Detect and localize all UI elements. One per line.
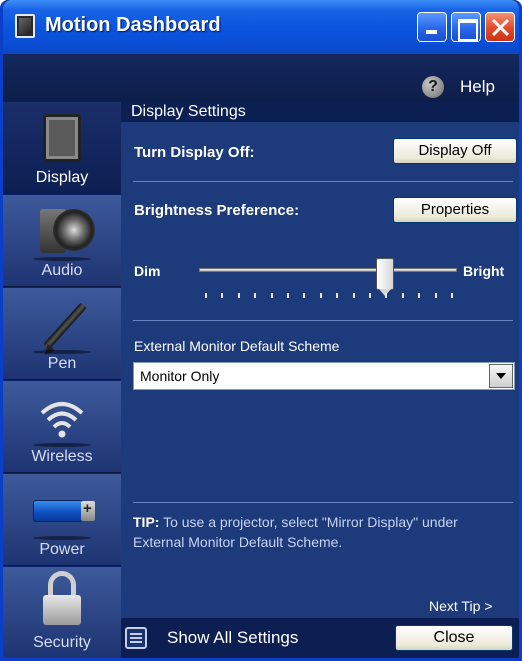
footer-bar: Show All Settings Close (121, 618, 519, 658)
slider-tick (418, 293, 421, 298)
slider-tick (303, 293, 306, 298)
pen-icon (43, 302, 87, 350)
sidebar-item-pen[interactable]: Pen (3, 288, 121, 380)
turn-display-off-label: Turn Display Off: (134, 144, 255, 161)
tip-prefix: TIP: (133, 514, 160, 530)
divider (133, 320, 513, 321)
slider-tick (401, 293, 404, 298)
sidebar: Display Audio Pen Wireless + Power Secur… (3, 102, 121, 658)
icon-shadow (33, 350, 91, 354)
tip-body: To use a projector, select "Mirror Displ… (133, 514, 458, 550)
speaker-cone-icon (53, 209, 95, 251)
brightness-label: Brightness Preference: (134, 202, 300, 219)
list-settings-icon[interactable] (125, 627, 147, 649)
sidebar-item-label: Security (33, 634, 91, 651)
slider-tick (287, 293, 289, 298)
minimize-button[interactable] (417, 12, 447, 42)
slider-tick (254, 293, 257, 298)
chevron-down-icon[interactable] (489, 364, 513, 388)
icon-shadow (33, 536, 91, 540)
close-button[interactable]: Close (395, 625, 513, 651)
slider-tick (205, 293, 207, 298)
slider-tick (336, 293, 339, 298)
properties-button[interactable]: Properties (393, 197, 517, 223)
title-bar[interactable]: Motion Dashboard (3, 0, 519, 54)
sidebar-item-label: Power (39, 541, 85, 558)
window-title: Motion Dashboard (45, 14, 221, 36)
brightness-slider-track[interactable] (199, 268, 457, 272)
section-title: Display Settings (121, 102, 519, 122)
sidebar-item-audio[interactable]: Audio (3, 195, 121, 287)
display-off-button[interactable]: Display Off (393, 138, 517, 164)
sidebar-item-label: Wireless (31, 448, 93, 465)
slider-tick (319, 293, 322, 298)
slider-tick (385, 293, 388, 298)
lock-icon (43, 595, 81, 625)
sidebar-item-wireless[interactable]: Wireless (3, 381, 121, 473)
tip-text: TIP: To use a projector, select "Mirror … (133, 512, 513, 552)
slider-tick (369, 293, 371, 298)
question-mark-icon[interactable]: ? (422, 76, 444, 98)
wifi-icon (40, 402, 84, 438)
slider-tick (221, 293, 224, 298)
slider-max-label: Bright (463, 263, 505, 279)
tablet-display-icon (43, 114, 81, 162)
icon-shadow (33, 443, 91, 447)
next-tip-link[interactable]: Next Tip > (429, 598, 492, 614)
select-value: Monitor Only (140, 368, 220, 384)
help-bar (3, 54, 519, 102)
slider-tick (352, 293, 355, 298)
slider-min-label: Dim (134, 263, 161, 279)
slider-tick (237, 293, 240, 298)
sidebar-item-label: Pen (47, 355, 77, 372)
display-settings-panel: Display Settings Turn Display Off: Displ… (121, 102, 519, 618)
sidebar-item-display[interactable]: Display (3, 102, 121, 194)
show-all-settings-link[interactable]: Show All Settings (167, 628, 298, 648)
external-monitor-select[interactable]: Monitor Only (133, 362, 515, 390)
sidebar-item-label: Display (35, 169, 89, 186)
close-window-button[interactable] (485, 12, 515, 42)
divider (133, 502, 513, 503)
sidebar-item-label: Audio (41, 262, 83, 279)
app-tablet-icon (15, 14, 35, 38)
motion-dashboard-window: Motion Dashboard ? Help Display Audio Pe… (0, 0, 522, 661)
battery-icon (33, 500, 83, 522)
slider-tick (451, 293, 453, 298)
external-monitor-label: External Monitor Default Scheme (134, 338, 340, 354)
divider (133, 181, 513, 182)
brightness-slider-thumb[interactable] (375, 258, 394, 296)
slider-tick (270, 293, 273, 298)
maximize-button[interactable] (451, 12, 481, 42)
help-link[interactable]: Help (460, 77, 495, 97)
sidebar-item-security[interactable]: Security (3, 567, 121, 658)
battery-cap-icon (81, 500, 95, 521)
lock-shackle-icon (48, 571, 76, 597)
slider-tick (434, 293, 437, 298)
sidebar-item-power[interactable]: Power (3, 474, 121, 566)
icon-shadow (33, 257, 91, 261)
